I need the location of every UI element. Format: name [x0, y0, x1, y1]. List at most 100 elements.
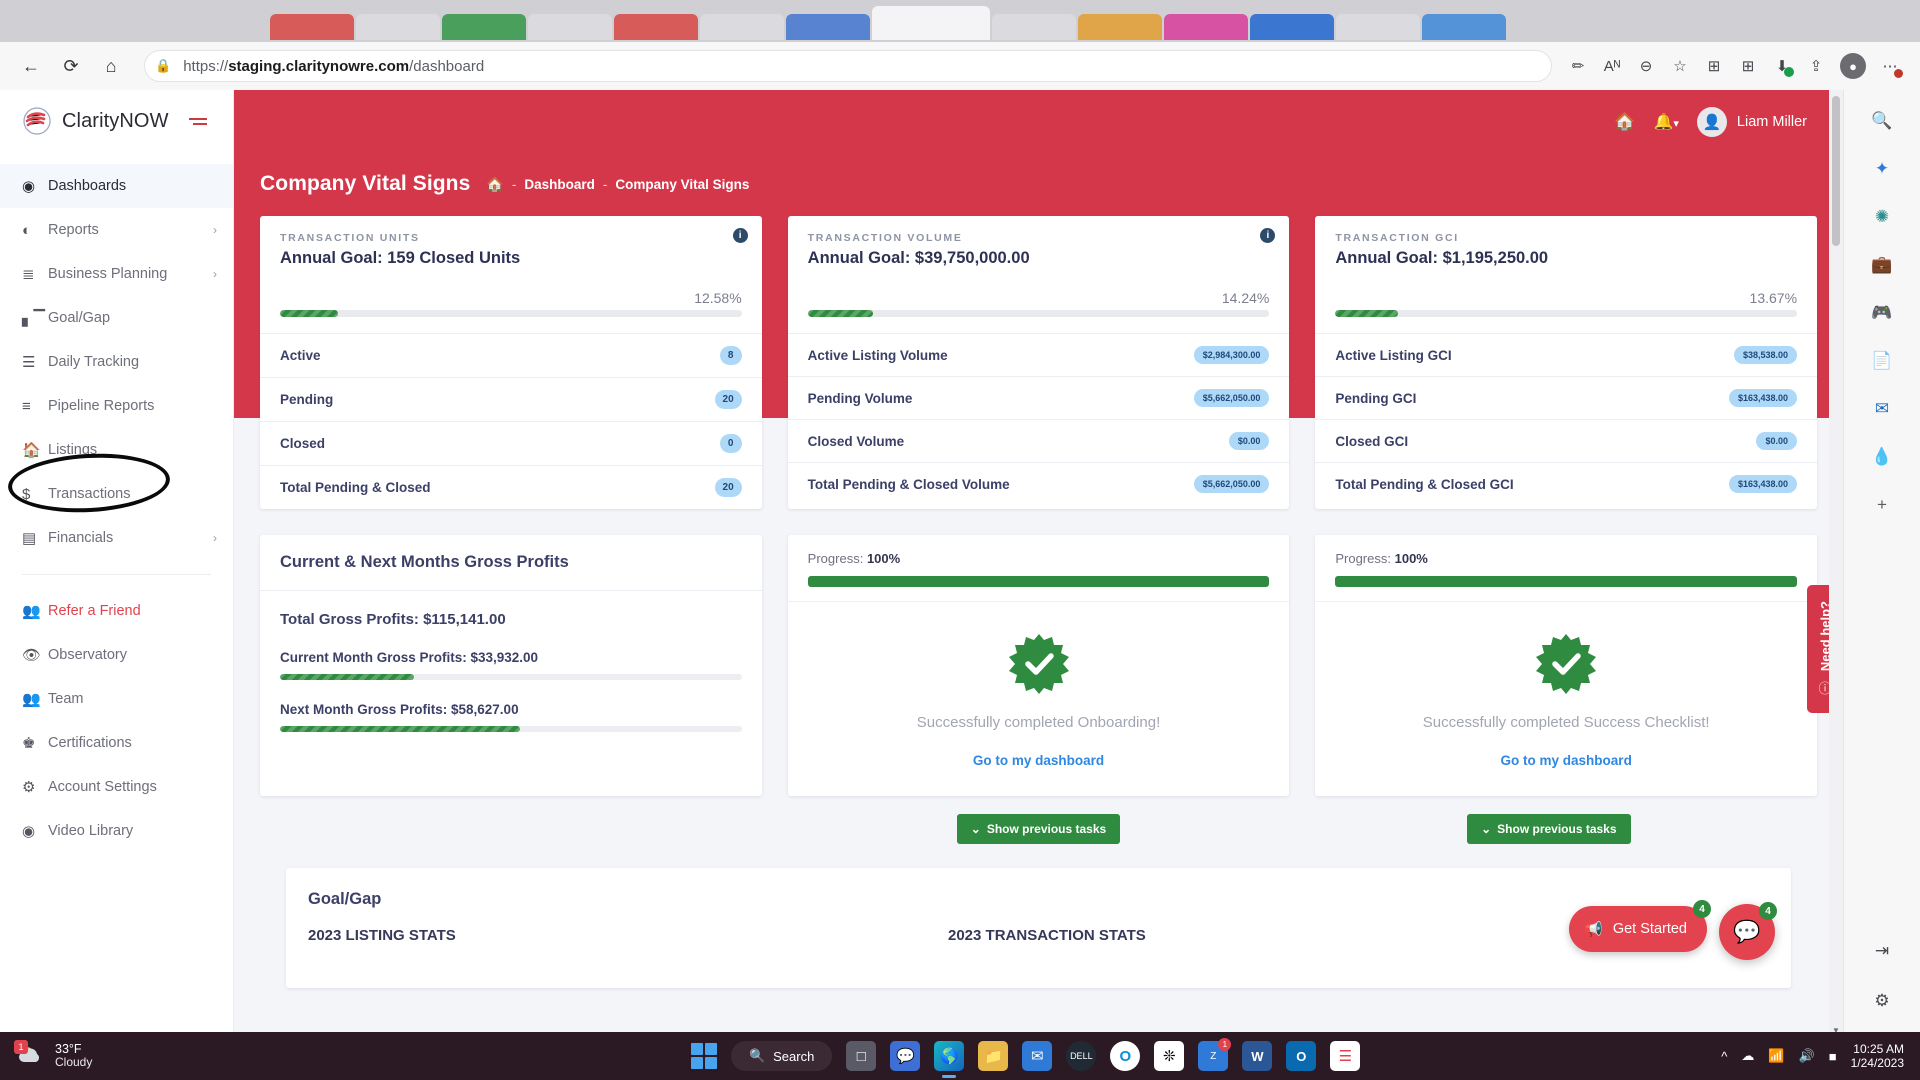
claritynow-icon[interactable]: ☰ [1330, 1041, 1361, 1071]
browser-tab[interactable] [270, 14, 354, 40]
browser-tab[interactable] [1422, 14, 1506, 40]
search-icon[interactable]: 🔍 [1865, 106, 1899, 136]
share-icon[interactable]: ⇪ [1800, 50, 1832, 82]
outlook-icon[interactable]: O [1286, 1041, 1317, 1071]
explorer-icon[interactable]: 📁 [978, 1041, 1009, 1071]
browser-tab[interactable] [786, 14, 870, 40]
add-favorite-icon[interactable]: ☆ [1664, 50, 1696, 82]
browser-tab[interactable] [528, 14, 612, 40]
zoom-out-icon[interactable]: ⊖ [1630, 50, 1662, 82]
home-icon[interactable]: ⌂ [94, 49, 128, 83]
read-aloud-icon[interactable]: Aᴺ [1596, 50, 1628, 82]
browser-tab[interactable] [614, 14, 698, 40]
browser-tab-active[interactable] [872, 6, 990, 40]
sidebar-item-certifications[interactable]: ♚ Certifications [0, 721, 233, 765]
show-previous-tasks-button-success[interactable]: ⌄ Show previous tasks [1467, 814, 1631, 844]
edge-icon[interactable]: 🌎 [934, 1041, 965, 1071]
sidebar-item-daily-tracking[interactable]: ☰ Daily Tracking [0, 340, 233, 384]
cloud-icon[interactable]: ☁ [1741, 1048, 1754, 1064]
sidebar-item-refer-a-friend[interactable]: 👥 Refer a Friend [0, 589, 233, 633]
get-started-button[interactable]: 📢 Get Started 4 [1568, 900, 1711, 952]
battery-icon[interactable]: ■ [1829, 1049, 1837, 1064]
settings-more-icon[interactable]: ⋯ [1874, 50, 1906, 82]
kpi-percent: 12.58% [694, 290, 742, 306]
copilot-icon[interactable]: ✦ [1865, 154, 1899, 184]
browser-tab[interactable] [992, 14, 1076, 40]
browser-tab[interactable] [442, 14, 526, 40]
taskbar-search[interactable]: 🔍 Search [730, 1041, 833, 1071]
breadcrumb-dashboard[interactable]: Dashboard [524, 177, 595, 192]
tools-icon[interactable]: 💼 [1865, 250, 1899, 280]
browser-o-icon[interactable]: O [1110, 1041, 1141, 1071]
slack-icon[interactable]: ❊ [1154, 1041, 1185, 1071]
downloads-icon[interactable]: ⬇ [1766, 50, 1798, 82]
pen-icon[interactable]: ✏ [1562, 50, 1594, 82]
collections-icon[interactable]: ⊞ [1732, 50, 1764, 82]
games-icon[interactable]: 🎮 [1865, 298, 1899, 328]
sidebar-item-reports[interactable]: ◐ Reports › [0, 208, 233, 252]
settings-icon[interactable]: ⚙ [1865, 986, 1899, 1016]
browser-tab[interactable] [1164, 14, 1248, 40]
zoom-icon[interactable]: Z1 [1198, 1038, 1232, 1071]
task-view-icon[interactable]: □ [846, 1041, 877, 1071]
goal-gap-sections: 2023 LISTING STATS 2023 TRANSACTION STAT… [286, 927, 1791, 944]
go-to-dashboard-link[interactable]: Go to my dashboard [973, 753, 1104, 768]
add-icon[interactable]: + [1865, 490, 1899, 520]
sidebar-item-dashboards[interactable]: ◉ Dashboards [0, 164, 233, 208]
sidebar-collapse-icon[interactable] [188, 117, 207, 125]
browser-tab[interactable] [1078, 14, 1162, 40]
clock[interactable]: 10:25 AM 1/24/2023 [1851, 1042, 1904, 1071]
browser-tab-strip[interactable] [0, 0, 1920, 42]
browser-tab[interactable] [700, 14, 784, 40]
sidebar-nav-secondary: 👥 Refer a Friend 👁 Observatory 👥 Team ♚ … [0, 589, 233, 853]
sidebar-item-pipeline-reports[interactable]: ≡ Pipeline Reports [0, 384, 233, 428]
chevron-up-icon[interactable]: ^ [1721, 1049, 1727, 1064]
sidebar-item-video-library[interactable]: ◉ Video Library [0, 809, 233, 853]
word-icon[interactable]: W [1242, 1041, 1273, 1071]
go-to-dashboard-link[interactable]: Go to my dashboard [1501, 753, 1632, 768]
profile-avatar[interactable]: ● [1840, 53, 1866, 79]
sidebar-item-account-settings[interactable]: ⚙ Account Settings [0, 765, 233, 809]
show-previous-tasks-button-onboarding[interactable]: ⌄ Show previous tasks [956, 814, 1121, 844]
wifi-icon[interactable]: 📶 [1768, 1048, 1784, 1064]
sidebar-item-goal-gap[interactable]: ▖▔ Goal/Gap [0, 296, 233, 340]
refresh-icon[interactable]: ⟳ [54, 49, 88, 83]
speaker-icon[interactable]: 🔊 [1799, 1048, 1815, 1064]
sidebar-item-team[interactable]: 👥 Team [0, 677, 233, 721]
sidebar-item-transactions[interactable]: $ Transactions [0, 472, 233, 516]
home-icon[interactable]: 🏠 [486, 176, 503, 193]
favorites-bar-icon[interactable]: ⊞ [1698, 50, 1730, 82]
back-icon[interactable]: ← [14, 49, 48, 83]
sidebar-item-business-planning[interactable]: ≣ Business Planning › [0, 252, 233, 296]
outlook-icon[interactable]: ✉ [1865, 394, 1899, 424]
windows-start-icon[interactable] [690, 1043, 717, 1069]
table-row: Closed 0 [260, 421, 762, 465]
browser-tab[interactable] [1336, 14, 1420, 40]
site-info-icon[interactable]: 🔒 [155, 58, 171, 74]
page-scrollbar[interactable]: ▲ ▼ [1829, 90, 1843, 1038]
office-icon[interactable]: 📄 [1865, 346, 1899, 376]
brand[interactable]: ClarityNOW [0, 90, 233, 152]
info-icon[interactable]: i [1260, 228, 1276, 243]
chat-icon[interactable]: 💬 [890, 1041, 921, 1071]
chat-button[interactable]: 💬 4 [1719, 902, 1777, 960]
address-bar[interactable]: 🔒 https://staging.claritynowre.com/dashb… [144, 50, 1552, 82]
browser-tab[interactable] [1250, 14, 1334, 40]
shopping-icon[interactable]: ✺ [1865, 202, 1899, 232]
scrollbar-thumb[interactable] [1832, 96, 1840, 246]
sidebar-item-financials[interactable]: ▤ Financials › [0, 516, 233, 560]
home-icon[interactable]: 🏠 [1614, 112, 1635, 132]
dell-icon[interactable]: DELL [1066, 1041, 1097, 1071]
kpi-progress-track [280, 310, 742, 317]
drop-icon[interactable]: 💧 [1865, 442, 1899, 472]
weather-widget[interactable]: 1 33°F Cloudy [0, 1039, 330, 1070]
sidebar-item-observatory[interactable]: 👁 Observatory [0, 633, 233, 677]
info-icon[interactable]: i [732, 228, 748, 243]
split-screen-icon[interactable]: ⇥ [1865, 936, 1899, 966]
breadcrumb: 🏠 - Dashboard - Company Vital Signs [486, 176, 749, 193]
user-menu[interactable]: 👤 Liam Miller [1696, 107, 1807, 137]
sidebar-item-listings[interactable]: 🏠 Listings [0, 428, 233, 472]
bell-icon[interactable]: 🔔▾ [1653, 112, 1678, 132]
browser-tab[interactable] [356, 14, 440, 40]
mail-icon[interactable]: ✉ [1022, 1041, 1053, 1071]
